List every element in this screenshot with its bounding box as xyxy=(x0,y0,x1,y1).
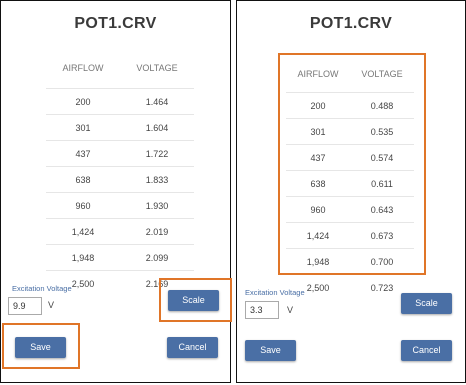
voltage-cell: 1.464 xyxy=(145,96,169,107)
airflow-cell: 200 xyxy=(75,96,91,107)
table-row: 200 0.488 xyxy=(286,92,414,118)
airflow-cell: 301 xyxy=(75,122,91,133)
table-row: 1,424 2.019 xyxy=(46,218,194,244)
table-row: 960 1.930 xyxy=(46,192,194,218)
save-button[interactable]: Save xyxy=(245,340,296,361)
table-row: 638 0.611 xyxy=(286,170,414,196)
curve-table: AIRFLOW VOLTAGE 200 1.464 301 1.604 437 1.7… xyxy=(46,48,194,296)
cancel-button[interactable]: Cancel xyxy=(167,337,218,358)
table-row: 1,424 0.673 xyxy=(286,222,414,248)
voltage-cell: 0.535 xyxy=(370,126,394,137)
right-panel: POT1.CRV AIRFLOW VOLTAGE 200 0.488 301 0.5… xyxy=(236,0,466,383)
curve-table: AIRFLOW VOLTAGE 200 0.488 301 0.535 437 0.5… xyxy=(286,56,414,300)
table-row: 1,948 0.700 xyxy=(286,248,414,274)
airflow-cell: 638 xyxy=(310,178,326,189)
voltage-cell: 0.574 xyxy=(370,152,394,163)
airflow-cell: 200 xyxy=(310,100,326,111)
table-header: AIRFLOW VOLTAGE xyxy=(46,48,194,88)
page-title: POT1.CRV xyxy=(74,15,157,32)
airflow-cell: 638 xyxy=(75,174,91,185)
airflow-cell: 1,948 xyxy=(71,252,95,263)
table-row: 1,948 2.099 xyxy=(46,244,194,270)
airflow-cell: 437 xyxy=(310,152,326,163)
cancel-button[interactable]: Cancel xyxy=(401,340,452,361)
excitation-voltage-label: Excitation Voltage xyxy=(12,284,72,293)
airflow-cell: 960 xyxy=(75,200,91,211)
excitation-voltage-input[interactable]: 9.9 xyxy=(8,297,42,315)
voltage-unit: V xyxy=(48,300,55,310)
voltage-unit: V xyxy=(287,305,294,315)
excitation-voltage-label: Excitation Voltage xyxy=(245,288,305,297)
excitation-voltage-input[interactable]: 3.3 xyxy=(245,301,279,319)
page-title: POT1.CRV xyxy=(309,15,393,32)
voltage-header: VOLTAGE xyxy=(136,63,178,73)
voltage-cell: 0.611 xyxy=(371,178,393,189)
voltage-cell: 1.722 xyxy=(145,148,169,159)
voltage-cell: 0.723 xyxy=(370,282,394,293)
voltage-cell: 1.930 xyxy=(145,200,169,211)
airflow-header: AIRFLOW xyxy=(297,69,339,79)
table-row: 437 1.722 xyxy=(46,140,194,166)
save-button[interactable]: Save xyxy=(15,337,66,358)
table-row: 301 0.535 xyxy=(286,118,414,144)
voltage-header: VOLTAGE xyxy=(361,69,403,79)
voltage-cell: 0.488 xyxy=(370,100,394,111)
table-row: 960 0.643 xyxy=(286,196,414,222)
voltage-cell: 0.643 xyxy=(370,204,394,215)
voltage-cell: 1.833 xyxy=(145,174,169,185)
voltage-cell: 2.099 xyxy=(145,252,169,263)
airflow-cell: 437 xyxy=(75,148,91,159)
airflow-cell: 1,424 xyxy=(306,230,330,241)
airflow-cell: 1,948 xyxy=(306,256,330,267)
airflow-cell: 960 xyxy=(310,204,326,215)
scale-button[interactable]: Scale xyxy=(168,290,219,311)
table-row: 2,500 0.723 xyxy=(286,274,414,300)
voltage-cell: 2.019 xyxy=(145,226,169,237)
left-panel: POT1.CRV AIRFLOW VOLTAGE 200 1.464 301 1.6… xyxy=(0,0,231,383)
airflow-cell: 301 xyxy=(310,126,326,137)
table-row: 437 0.574 xyxy=(286,144,414,170)
table-header: AIRFLOW VOLTAGE xyxy=(286,56,414,92)
table-row: 200 1.464 xyxy=(46,88,194,114)
table-row: 638 1.833 xyxy=(46,166,194,192)
table-row: 301 1.604 xyxy=(46,114,194,140)
airflow-cell: 1,424 xyxy=(71,226,95,237)
airflow-header: AIRFLOW xyxy=(62,63,104,73)
voltage-cell: 0.673 xyxy=(370,230,394,241)
scale-button[interactable]: Scale xyxy=(401,293,452,314)
voltage-cell: 2.169 xyxy=(145,278,169,289)
voltage-cell: 0.700 xyxy=(370,256,394,267)
voltage-cell: 1.604 xyxy=(145,122,169,133)
